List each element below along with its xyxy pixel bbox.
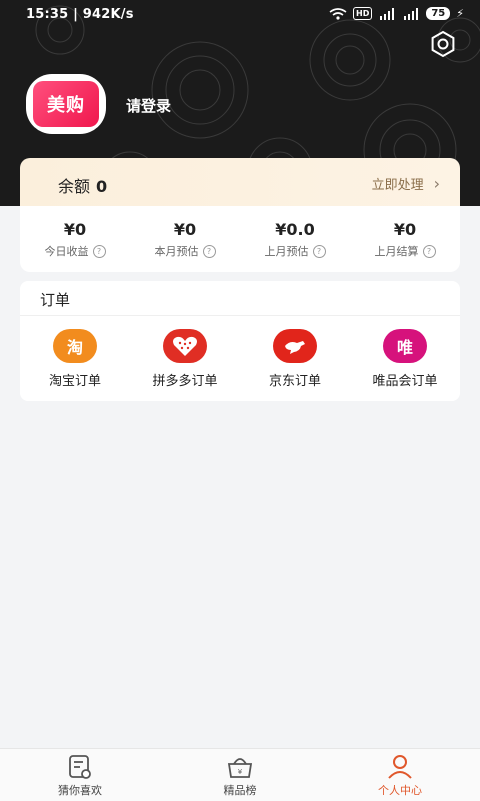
order-label: 淘宝订单 [48, 374, 101, 389]
order-label: 唯品会订单 [372, 374, 438, 389]
heart-icon [173, 336, 197, 356]
stat-last-month-estimate[interactable]: ¥0.0 上月预估? [240, 206, 350, 272]
pinduoduo-orders-button[interactable]: 拼多多订单 [130, 329, 240, 389]
balance-label-group: 余额 0 [58, 173, 107, 197]
vip-orders-button[interactable]: 唯 唯品会订单 [350, 329, 460, 389]
help-icon[interactable]: ? [312, 244, 326, 258]
nav-label: 精品榜 [223, 784, 257, 797]
battery-indicator: 75 [426, 7, 451, 20]
vip-icon: 唯 [383, 329, 427, 363]
svg-text:¥: ¥ [238, 768, 243, 776]
person-icon [388, 755, 412, 779]
stat-label: 今日收益 [44, 245, 89, 258]
stat-label: 上月结算 [374, 245, 419, 258]
nav-top-picks[interactable]: ¥ 精品榜 [160, 749, 320, 801]
process-now-label: 立即处理 [371, 178, 424, 193]
balance-label: 余额 [58, 177, 91, 196]
avatar[interactable]: 美购 [26, 74, 106, 134]
nav-guess-you-like[interactable]: 猜你喜欢 [0, 749, 160, 801]
chevron-right-icon: › [433, 174, 440, 193]
settings-icon[interactable] [429, 30, 457, 58]
hd-badge: HD [353, 7, 373, 20]
help-icon[interactable]: ? [92, 244, 106, 258]
login-link[interactable]: 请登录 [126, 95, 171, 116]
signal-icon [380, 7, 395, 20]
stat-value: ¥0.0 [275, 220, 315, 239]
bottom-nav: 猜你喜欢 ¥ 精品榜 个人中心 [0, 748, 480, 801]
app-logo: 美购 [33, 81, 99, 127]
dog-icon [285, 341, 305, 354]
stat-last-month-settled[interactable]: ¥0 上月结算? [350, 206, 460, 272]
stat-value: ¥0 [63, 220, 87, 239]
stat-value: ¥0 [393, 220, 417, 239]
taobao-icon: 淘 [53, 329, 97, 363]
nav-label: 个人中心 [378, 784, 422, 797]
status-bar: 15:35 | 942K/s HD 75 ⚡ [0, 0, 480, 32]
basket-icon: ¥ [227, 758, 253, 778]
orders-card: 订单 淘 淘宝订单 拼多多订单 京东订单 唯 唯品会订单 [20, 281, 460, 401]
list-icon [69, 755, 91, 779]
jd-icon [273, 329, 317, 363]
orders-title: 订单 [40, 291, 71, 309]
status-icons: HD 75 ⚡ [329, 7, 464, 20]
charging-icon: ⚡ [456, 7, 464, 20]
stat-value: ¥0 [173, 220, 197, 239]
orders-grid: 淘 淘宝订单 拼多多订单 京东订单 唯 唯品会订单 [20, 329, 460, 389]
nav-label: 猜你喜欢 [58, 784, 102, 797]
status-time: 15:35 | 942K/s [26, 7, 134, 22]
stat-today-earnings[interactable]: ¥0 今日收益? [20, 206, 130, 272]
stat-month-estimate[interactable]: ¥0 本月预估? [130, 206, 240, 272]
earnings-stats: ¥0 今日收益? ¥0 本月预估? ¥0.0 上月预估? ¥0 上月结算? [20, 206, 460, 272]
process-now-button[interactable]: 立即处理 › [372, 174, 440, 193]
pinduoduo-icon [163, 329, 207, 363]
nav-personal-center[interactable]: 个人中心 [320, 749, 480, 801]
jd-orders-button[interactable]: 京东订单 [240, 329, 350, 389]
help-icon[interactable]: ? [202, 244, 216, 258]
balance-bar: 余额 0 立即处理 › [20, 158, 460, 206]
wifi-icon [329, 7, 347, 20]
taobao-orders-button[interactable]: 淘 淘宝订单 [20, 329, 130, 389]
balance-value: 0 [96, 177, 108, 196]
order-label: 京东订单 [268, 374, 321, 389]
order-label: 拼多多订单 [152, 374, 218, 389]
stat-label: 上月预估 [264, 245, 309, 258]
divider [20, 315, 460, 316]
help-icon[interactable]: ? [422, 244, 436, 258]
signal-icon-2 [404, 7, 419, 20]
stat-label: 本月预估 [154, 245, 199, 258]
